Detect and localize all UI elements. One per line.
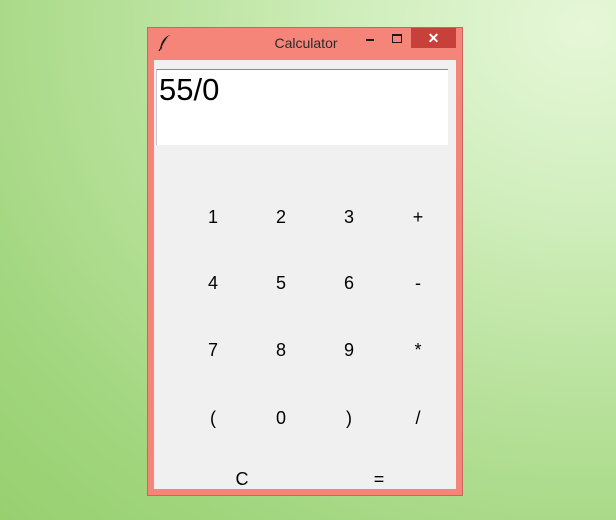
key-4[interactable]: 4	[183, 266, 243, 300]
calculator-window: Calculator ✕ 55/0 1 2 3 + 4 5 6 - 7 8 9 …	[147, 27, 463, 496]
key-1[interactable]: 1	[183, 200, 243, 234]
equals-button[interactable]: =	[349, 462, 409, 496]
key-close-paren[interactable]: )	[319, 401, 379, 435]
minimize-button[interactable]	[359, 28, 381, 48]
key-minus[interactable]: -	[388, 266, 448, 300]
key-7[interactable]: 7	[183, 333, 243, 367]
key-9[interactable]: 9	[319, 333, 379, 367]
expression-display[interactable]: 55/0	[156, 69, 448, 145]
key-2[interactable]: 2	[251, 200, 311, 234]
calculator-body: 55/0 1 2 3 + 4 5 6 - 7 8 9 * ( 0 ) / C =	[154, 60, 456, 489]
key-multiply[interactable]: *	[388, 333, 448, 367]
maximize-button[interactable]	[386, 28, 408, 48]
title-bar[interactable]: Calculator ✕	[148, 28, 462, 58]
key-6[interactable]: 6	[319, 266, 379, 300]
clear-button[interactable]: C	[212, 462, 272, 496]
key-plus[interactable]: +	[388, 200, 448, 234]
key-0[interactable]: 0	[251, 401, 311, 435]
close-icon: ✕	[427, 30, 440, 46]
key-3[interactable]: 3	[319, 200, 379, 234]
key-divide[interactable]: /	[388, 401, 448, 435]
maximize-icon	[392, 34, 402, 43]
minimize-icon	[366, 39, 374, 41]
close-button[interactable]: ✕	[411, 28, 456, 48]
key-open-paren[interactable]: (	[183, 401, 243, 435]
key-8[interactable]: 8	[251, 333, 311, 367]
key-5[interactable]: 5	[251, 266, 311, 300]
